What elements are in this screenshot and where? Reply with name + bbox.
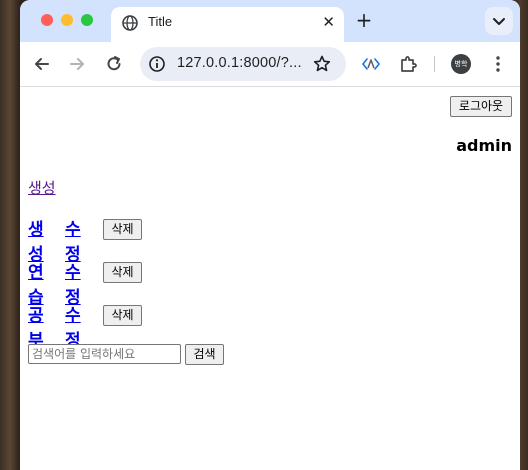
plus-icon[interactable]: + [353,9,375,31]
back-arrow-icon[interactable] [32,54,52,74]
create-link[interactable]: 생성 [28,177,56,198]
search-button[interactable]: 검색 [185,344,224,365]
reload-icon[interactable] [104,54,124,74]
search-input[interactable] [28,344,181,364]
delete-button[interactable]: 삭제 [103,305,142,326]
toolbar-divider [434,56,435,72]
browser-toolbar: 127.0.0.1:8000/?... 병학 [20,42,520,87]
tab-active[interactable]: Title ✕ [111,7,344,42]
chevron-down-icon [493,18,505,25]
page-content: 로그아웃 admin 생성 생성 수정 삭제 연습 수정 삭제 공부 수정 삭제… [20,87,520,470]
close-icon[interactable]: ✕ [322,12,335,32]
address-bar[interactable]: 127.0.0.1:8000/?... [140,47,346,81]
minimize-window-button[interactable] [61,14,73,26]
forward-arrow-icon[interactable] [67,54,87,74]
tab-title: Title [148,14,173,29]
globe-icon [122,15,138,31]
kebab-menu-icon[interactable] [488,54,508,74]
star-icon[interactable] [312,54,332,74]
delete-button[interactable]: 삭제 [103,262,142,283]
close-window-button[interactable] [41,14,53,26]
browser-window: Title ✕ + 127.0.0.1:8000/?... 병학 로그아웃 ad… [20,0,520,470]
avatar[interactable]: 병학 [451,54,471,74]
logout-button[interactable]: 로그아웃 [450,96,512,117]
delete-button[interactable]: 삭제 [103,219,142,240]
username-label: admin [456,136,512,155]
tab-search-button[interactable] [485,7,513,35]
maximize-window-button[interactable] [81,14,93,26]
url-text: 127.0.0.1:8000/?... [177,55,302,71]
info-icon[interactable] [148,55,166,73]
puzzle-icon[interactable] [398,54,418,74]
tab-strip: Title ✕ + [20,0,520,42]
extension-icon[interactable] [361,54,381,74]
